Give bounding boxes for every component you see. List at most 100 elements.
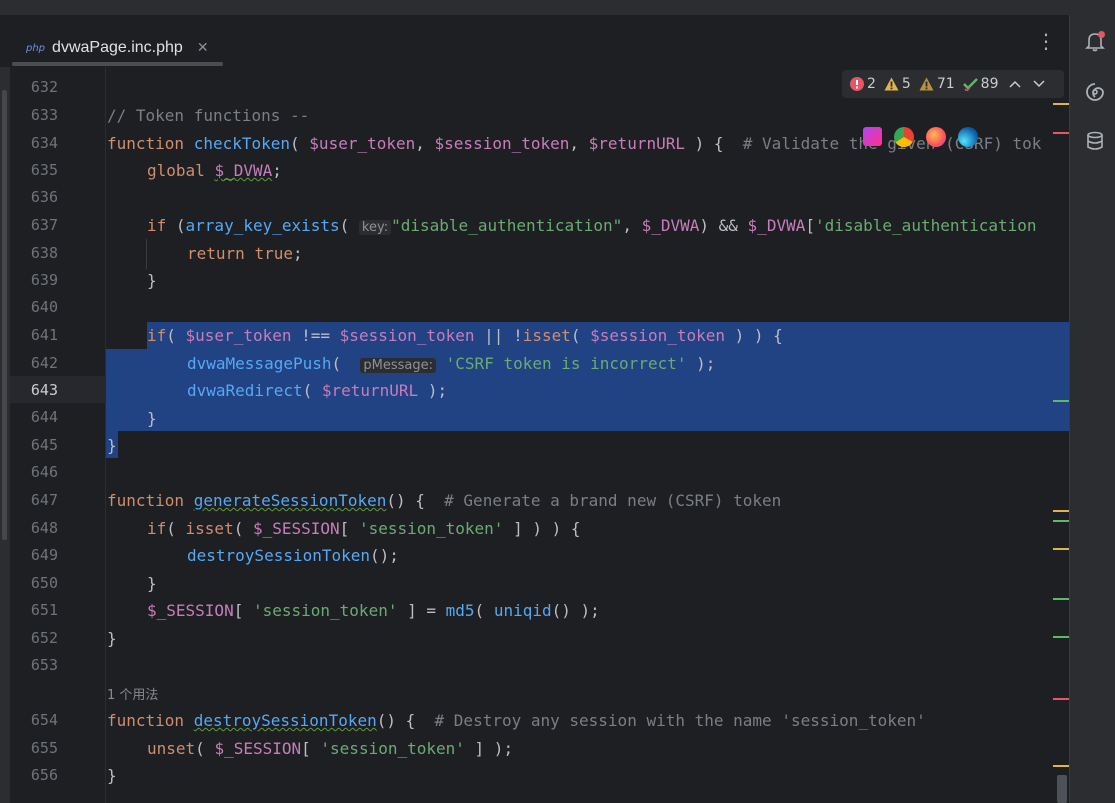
line-number[interactable]: 645 (10, 432, 58, 459)
line-number[interactable]: 651 (10, 597, 58, 624)
code-line-649: destroySessionToken(); (187, 546, 399, 565)
string: 'session_token' (252, 601, 398, 620)
line-number[interactable]: 634 (10, 130, 58, 157)
warning-marker[interactable] (1053, 510, 1069, 512)
errors-count[interactable]: 2 (850, 76, 876, 92)
warnings-count-value: 5 (901, 76, 911, 92)
warnings-count[interactable]: 5 (884, 76, 911, 92)
line-number[interactable]: 646 (10, 459, 58, 486)
line-number[interactable]: 653 (10, 652, 58, 679)
weak-warnings-count-value: 71 (936, 76, 955, 92)
code-line-644: } (147, 409, 157, 428)
line-number[interactable]: 648 (10, 515, 58, 542)
line-number[interactable]: 656 (10, 762, 58, 789)
editor-tab-dvwapage[interactable]: php dvwaPage.inc.php ✕ (12, 30, 209, 66)
line-number[interactable]: 654 (10, 707, 58, 734)
function-name: destroySessionToken (187, 546, 371, 565)
function-name: md5 (445, 601, 475, 620)
warning-marker[interactable] (1053, 103, 1069, 105)
left-scrollbar[interactable] (2, 90, 7, 540)
string: 'session_token' (358, 519, 504, 538)
firefox-icon[interactable] (926, 127, 946, 147)
chevron-up-icon (1008, 80, 1021, 88)
line-number[interactable]: 637 (10, 212, 58, 239)
line-number[interactable]: 633 (10, 102, 58, 129)
line-number[interactable]: 642 (10, 350, 58, 377)
editor-tab-bar: php dvwaPage.inc.php ✕ ⋮ (0, 15, 1069, 68)
weak-warnings-count[interactable]: 71 (919, 76, 955, 92)
line-number[interactable]: 649 (10, 542, 58, 569)
ai-assistant-icon[interactable] (1084, 81, 1106, 103)
line-number[interactable]: 641 (10, 322, 58, 349)
line-number[interactable]: 636 (10, 184, 58, 211)
line-number[interactable]: 638 (10, 240, 58, 267)
variable: $_DVWA (641, 216, 700, 235)
code-line-648: if( isset( $_SESSION[ 'session_token' ] … (147, 519, 581, 538)
variable: $_SESSION (252, 519, 340, 538)
line-number[interactable]: 644 (10, 404, 58, 431)
string: 'session_token' (320, 739, 465, 758)
database-icon[interactable] (1084, 130, 1106, 152)
line-number[interactable]: 640 (10, 294, 58, 321)
ok-marker[interactable] (1053, 636, 1069, 638)
notifications-bell-icon[interactable] (1084, 30, 1106, 52)
function-name: uniqid (493, 601, 552, 620)
warning-marker[interactable] (1053, 548, 1069, 550)
keyword: true (254, 244, 293, 263)
browser-preview-icons (863, 127, 990, 151)
variable: $user_token (185, 326, 292, 345)
code-line-633: // Token functions -- (107, 102, 309, 129)
ok-count[interactable]: 89 (962, 76, 999, 92)
variable: $returnURL (321, 381, 419, 400)
error-marker[interactable] (1053, 698, 1069, 700)
line-number[interactable]: 635 (10, 157, 58, 184)
code-line-650: } (147, 574, 157, 593)
error-icon (850, 77, 864, 91)
function-name: array_key_exists (185, 216, 340, 235)
usage-hint[interactable]: 1 个用法 (107, 680, 158, 707)
line-number[interactable]: 632 (10, 74, 58, 101)
line-number[interactable]: 647 (10, 487, 58, 514)
variable: $session_token (339, 326, 475, 345)
more-options-icon[interactable]: ⋮ (1035, 29, 1057, 53)
code-line-637: if (array_key_exists( key: "disable_authe… (147, 216, 1037, 235)
string: "disable_authentication" (391, 216, 623, 235)
chrome-icon[interactable] (894, 127, 914, 147)
phpstorm-icon[interactable] (863, 127, 882, 146)
variable: $_SESSION (147, 601, 234, 620)
usages-link[interactable]: 1 个用法 (107, 688, 158, 703)
active-tab-indicator (12, 62, 223, 66)
ok-marker[interactable] (1053, 400, 1069, 402)
previous-highlight-button[interactable] (1008, 80, 1021, 88)
string: 'disable_authentication (814, 216, 1037, 235)
line-number[interactable]: 643 (10, 377, 58, 404)
keyword: if (147, 326, 167, 345)
code-line-642: dvwaMessagePush( pMessage: 'CSRF token i… (187, 354, 716, 373)
code-line-651: $_SESSION[ 'session_token' ] = md5( uniq… (147, 601, 600, 620)
inspection-widget[interactable]: 2 5 71 89 (842, 70, 1064, 98)
line-number[interactable]: 639 (10, 267, 58, 294)
editor-scrollbar-thumb[interactable] (1057, 775, 1067, 803)
variable: $user_token (309, 134, 416, 153)
errors-count-value: 2 (867, 76, 876, 92)
line-number[interactable]: 652 (10, 625, 58, 652)
close-tab-icon[interactable]: ✕ (197, 40, 209, 56)
ok-marker[interactable] (1053, 520, 1069, 522)
warning-marker[interactable] (1053, 765, 1069, 767)
variable: $session_token (590, 326, 725, 345)
error-marker[interactable] (1053, 132, 1069, 134)
checkmark-icon (962, 78, 978, 91)
code-line-645: } (107, 436, 117, 455)
keyword: if (147, 519, 167, 538)
code-line-639: } (147, 271, 157, 290)
title-bar (0, 0, 1115, 15)
line-number[interactable]: 655 (10, 735, 58, 762)
variable: $_DVWA (747, 216, 806, 235)
code-line-654: function destroySessionToken() { # Destr… (107, 711, 926, 730)
code-line-652: } (107, 629, 117, 648)
ok-marker[interactable] (1053, 598, 1069, 600)
line-number[interactable]: 650 (10, 570, 58, 597)
function-name: checkToken (193, 134, 291, 153)
next-highlight-button[interactable] (1032, 80, 1045, 88)
edge-icon[interactable] (958, 127, 978, 147)
